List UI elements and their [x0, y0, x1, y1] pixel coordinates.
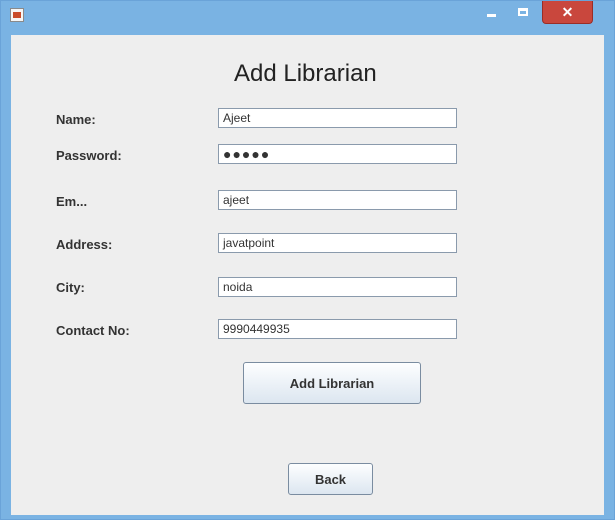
name-label: Name:: [56, 112, 96, 127]
contact-no-label: Contact No:: [56, 323, 130, 338]
name-field[interactable]: Ajeet: [218, 108, 457, 128]
address-label: Address:: [56, 237, 113, 252]
page-title: Add Librarian: [234, 60, 377, 87]
close-button[interactable]: ✕: [542, 1, 593, 24]
password-field[interactable]: ●●●●●: [218, 144, 457, 164]
minimize-button[interactable]: [477, 1, 506, 23]
maximize-button[interactable]: [508, 1, 537, 23]
app-icon[interactable]: [10, 8, 24, 22]
minimize-icon: [487, 13, 496, 17]
close-icon: ✕: [561, 3, 574, 20]
contact-no-field[interactable]: 9990449935: [218, 319, 457, 339]
title-bar[interactable]: ✕: [1, 1, 614, 35]
add-librarian-button[interactable]: Add Librarian: [243, 362, 421, 404]
city-field[interactable]: noida: [218, 277, 457, 297]
email-label: Em...: [56, 194, 88, 209]
app-window: ✕ Add Librarian Name: Ajeet Password: ●●…: [0, 0, 615, 520]
password-label: Password:: [56, 148, 122, 163]
back-button[interactable]: Back: [288, 463, 373, 495]
city-label: City:: [56, 280, 85, 295]
maximize-icon: [517, 8, 528, 16]
email-field[interactable]: ajeet: [218, 190, 457, 210]
address-field[interactable]: javatpoint: [218, 233, 457, 253]
form-panel: Add Librarian Name: Ajeet Password: ●●●●…: [11, 35, 604, 515]
